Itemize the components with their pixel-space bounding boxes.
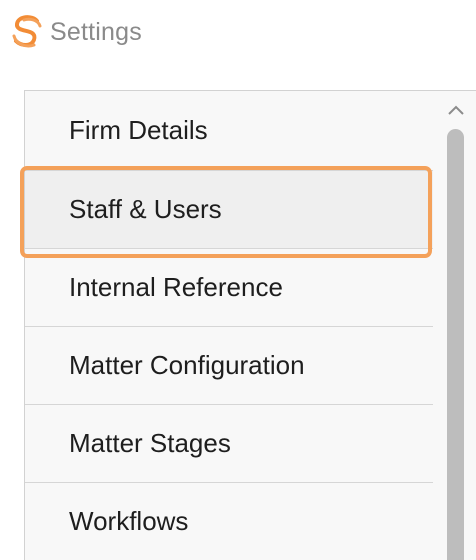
settings-menu-panel: Firm Details Staff & Users Internal Refe… [24,90,476,560]
settings-page: Settings Firm Details Staff & Users Inte… [0,0,476,560]
scrollbar-thumb[interactable] [447,129,464,560]
page-title: Settings [50,17,142,46]
menu-item-firm-details[interactable]: Firm Details [25,91,433,171]
menu-item-label: Matter Stages [69,428,231,458]
swirl-s-logo-icon [12,15,42,48]
header: Settings [10,12,142,52]
menu-item-matter-stages[interactable]: Matter Stages [25,405,433,483]
menu-item-staff-users[interactable]: Staff & Users [25,171,433,249]
menu-item-label: Matter Configuration [69,350,305,380]
menu-item-internal-reference[interactable]: Internal Reference [25,249,433,327]
settings-menu: Firm Details Staff & Users Internal Refe… [25,91,433,560]
chevron-up-icon[interactable] [447,103,465,117]
menu-item-matter-configuration[interactable]: Matter Configuration [25,327,433,405]
menu-item-label: Internal Reference [69,272,283,302]
menu-item-workflows[interactable]: Workflows [25,483,433,560]
menu-item-label: Firm Details [69,115,208,145]
menu-item-label: Workflows [69,506,189,536]
vertical-scrollbar[interactable] [435,91,476,560]
menu-item-label: Staff & Users [69,194,222,224]
